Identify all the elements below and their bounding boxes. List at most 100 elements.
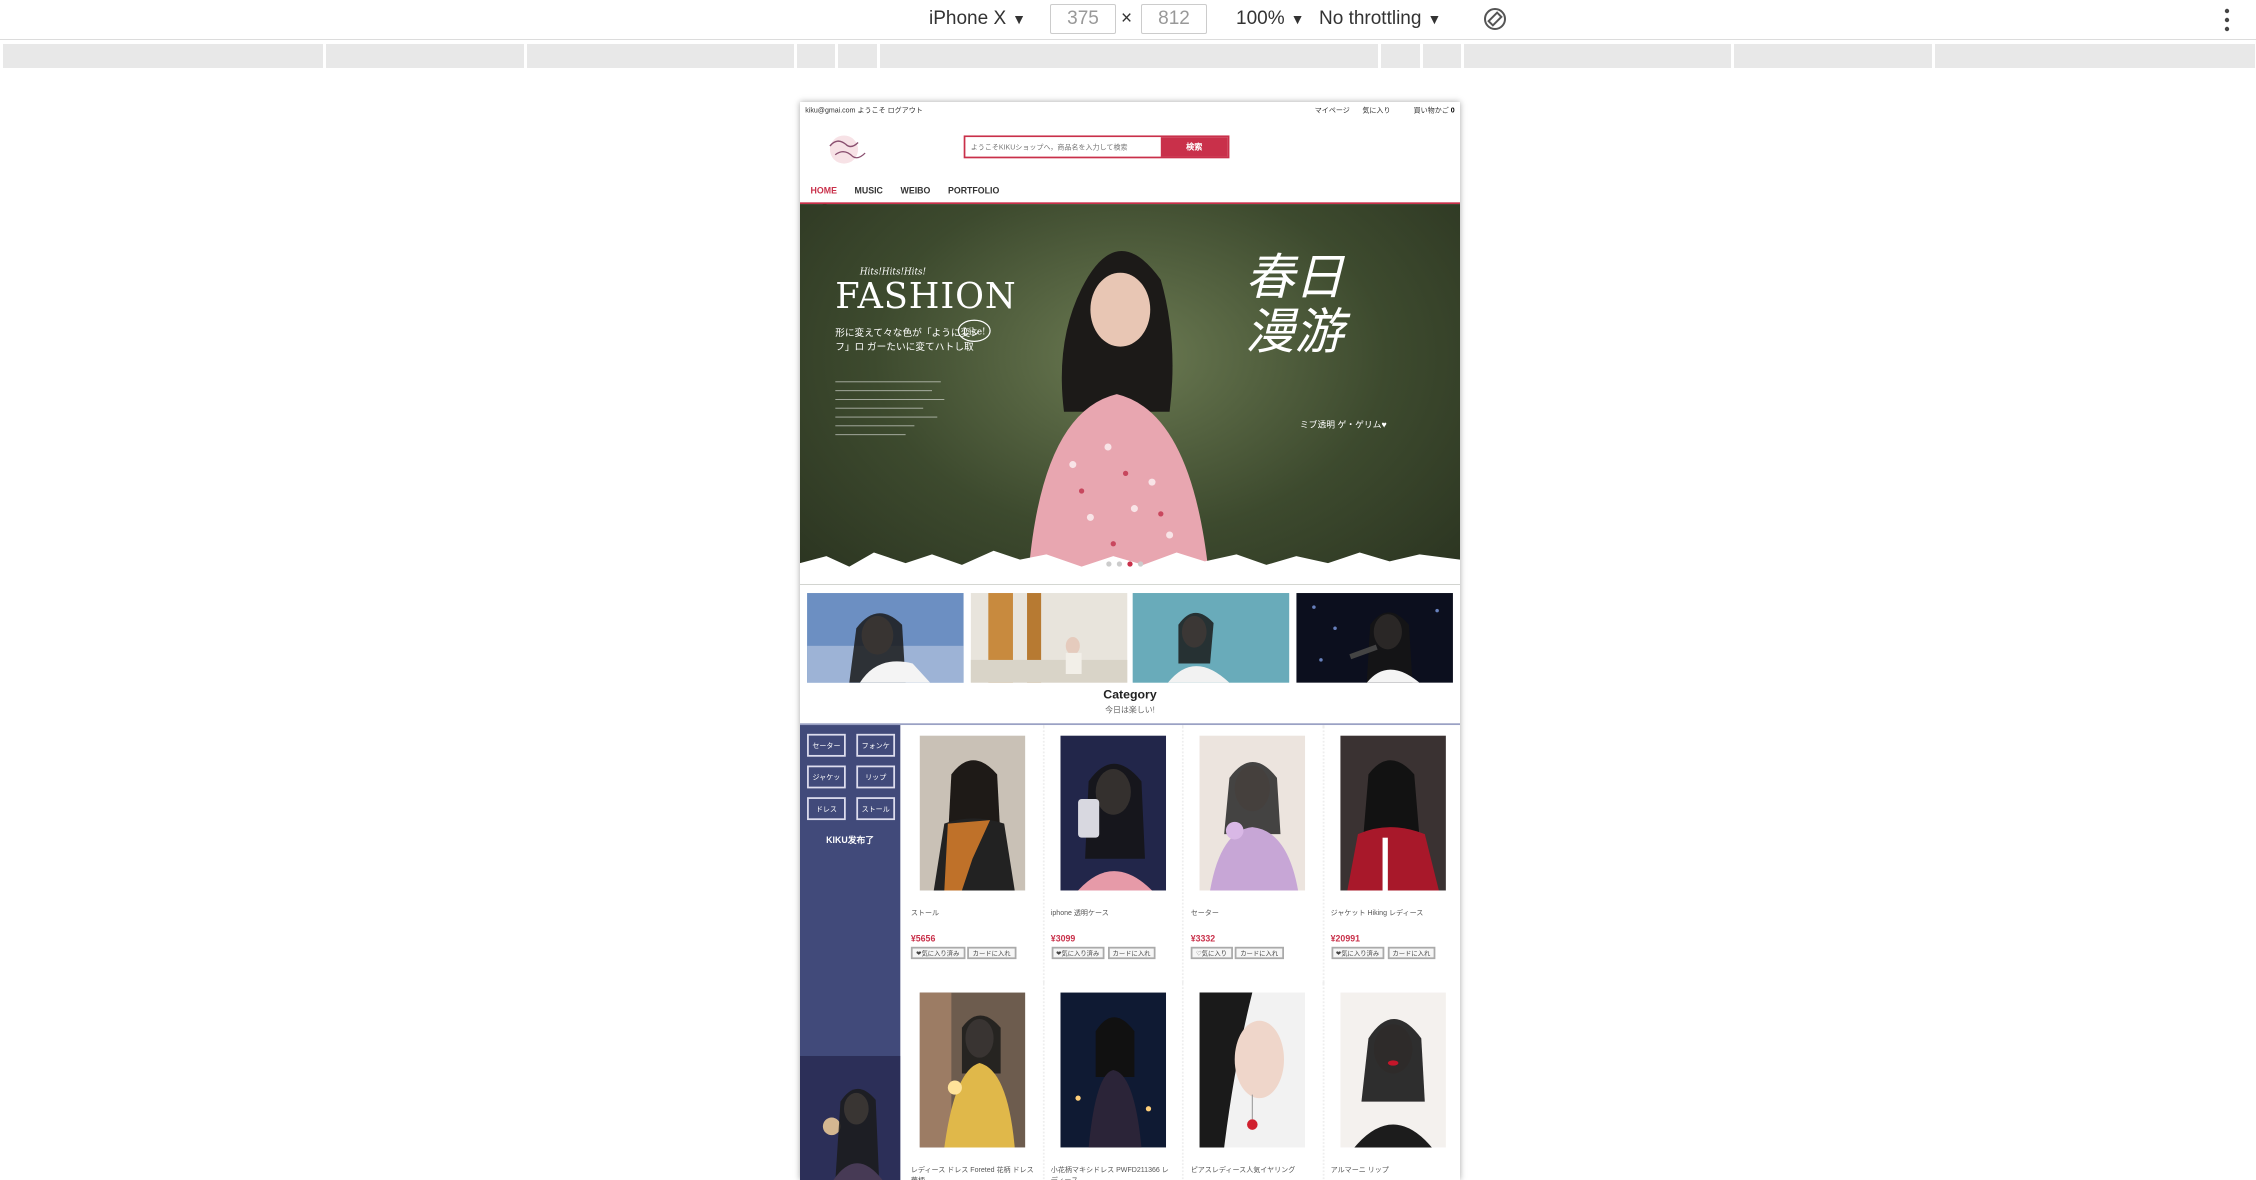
product-card[interactable]: ストール ¥5656 ❤気に入り済み カードに入れ [904,725,1044,982]
like-text: Like! [963,327,986,337]
product-image[interactable] [919,735,1026,891]
nav-weibo[interactable]: WEIBO [901,186,931,197]
nav-music[interactable]: MUSIC [855,186,883,197]
welcome-text: ようこそ [857,105,886,115]
carousel-dot[interactable] [1106,561,1112,567]
nav-home[interactable]: HOME [811,186,837,205]
product-image[interactable] [1339,992,1446,1148]
product-grid: ストール ¥5656 ❤気に入り済み カードに入れ iphone 透明ケース ¥… [900,725,1460,1180]
hero-banner[interactable]: Hits!Hits!Hits! FASHION 形に変えて々な色が「ように変シフ… [800,204,1460,585]
product-image[interactable] [1199,735,1306,891]
thumbnail-image[interactable] [1296,593,1453,683]
throttling-value: No throttling [1319,8,1422,29]
category-subtitle: 今日は楽しい! [1105,705,1155,715]
product-name: ジャケット Hiking レディース [1330,908,1424,917]
dimension-separator: × [1121,8,1133,29]
thumbnail-image[interactable] [807,593,964,683]
product-card[interactable]: ピアスレディース人気イヤリング [1184,982,1324,1180]
thumbnail-image[interactable] [1133,593,1290,683]
search-input[interactable] [965,137,1161,157]
product-image[interactable] [1059,735,1166,891]
product-image[interactable] [919,992,1026,1148]
user-email: kiku@gmai.com [805,105,856,115]
category-tag-jacket[interactable]: ジャケッ [807,765,846,789]
product-card[interactable]: 小花柄マキシドレス PWFD211366 レディース [1044,982,1184,1180]
search-button[interactable]: 検索 [1160,137,1228,157]
favorite-button[interactable]: ♡気に入り [1190,946,1233,960]
media-query-segment[interactable] [1935,44,2255,68]
category-title: Category [1103,689,1157,703]
site-header: 検索 [800,120,1460,180]
sidebar-caption: KIKU发布了 [826,835,875,847]
product-card[interactable]: アルマーニ リップ [1324,982,1460,1180]
category-tag-stole[interactable]: ストール [856,797,896,821]
carousel-dot[interactable] [1116,561,1123,567]
favorite-button[interactable]: ❤気に入り済み [1330,946,1385,960]
product-image[interactable] [1059,992,1166,1148]
add-to-cart-button[interactable]: カードに入れ [1234,946,1284,960]
zoom-select[interactable]: 100% ▼ [1236,8,1304,30]
mypage-link[interactable]: マイページ [1315,106,1350,115]
hero-title: FASHION [835,274,1017,317]
carousel-dot[interactable] [1137,561,1144,567]
product-name: セーター [1190,908,1219,917]
cart-link[interactable]: 買い物かご 0 [1403,106,1455,115]
add-to-cart-button[interactable]: カードに入れ [967,946,1016,960]
chevron-down-icon: ▼ [1012,11,1026,27]
nav-portfolio[interactable]: PORTFOLIO [948,186,999,197]
favorite-button[interactable]: ❤気に入り済み [1050,946,1105,960]
media-query-segment[interactable] [3,44,323,68]
product-card[interactable]: セーター ¥3332 ♡気に入り カードに入れ [1184,725,1324,982]
product-card[interactable]: iphone 透明ケース ¥3099 ❤気に入り済み カードに入れ [1044,725,1184,982]
product-price: ¥20991 [1330,934,1361,946]
device-name: iPhone X [929,8,1007,29]
add-to-cart-button[interactable]: カードに入れ [1107,946,1156,960]
height-input[interactable]: 812 [1141,4,1207,34]
thumbnail-image[interactable] [970,593,1127,683]
hero-spring-title: 春日 漫游 [1245,248,1344,361]
media-query-segment[interactable] [1734,44,1932,68]
product-name: アルマーニ リップ [1330,1165,1389,1174]
favorite-button[interactable]: ❤気に入り済み [910,946,965,960]
product-card[interactable]: ジャケット Hiking レディース ¥20991 ❤気に入り済み カードに入れ [1324,725,1460,982]
main-nav: HOME MUSIC WEIBO PORTFOLIO [800,179,1460,205]
add-to-cart-button[interactable]: カードに入れ [1387,946,1436,960]
media-query-segment[interactable] [326,44,524,68]
media-query-segment[interactable] [880,44,1378,68]
media-query-segment[interactable] [1464,44,1731,68]
more-options-icon[interactable] [2222,6,2232,34]
media-query-bar [0,44,2256,68]
media-query-segment[interactable] [527,44,794,68]
hero-subtitle: ミブ透明 ゲ・ゲリム♥ [1299,420,1387,432]
chevron-down-icon: ▼ [1427,11,1442,27]
logout-link[interactable]: ログアウト [888,106,923,115]
search-bar: 検索 [963,135,1230,159]
product-name: ストール [910,908,940,917]
product-image[interactable] [1199,992,1306,1148]
sidebar-photo[interactable] [800,1055,901,1180]
category-header: Category 今日は楽しい! [800,683,1460,726]
category-tag-lip[interactable]: リップ [856,765,896,789]
product-name: 小花柄マキシドレス PWFD211366 レディース [1050,1165,1169,1180]
category-tag-phone[interactable]: フォンケ [856,733,896,757]
media-query-segment[interactable] [1381,44,1420,68]
zoom-value: 100% [1236,8,1285,29]
media-query-segment[interactable] [1423,44,1461,68]
product-price: ¥3099 [1050,934,1076,946]
category-tag-sweater[interactable]: セーター [807,733,846,757]
carousel-dot-active[interactable] [1127,561,1133,567]
media-query-segment[interactable] [838,44,877,68]
shop-page: kiku@gmai.com ようこそ ログアウト マイページ 気に入り 買い物か… [800,102,1460,1180]
product-card[interactable]: レディース ドレス Foreted 花柄 ドレス 華柄 [904,982,1044,1180]
favorites-link[interactable]: 気に入り [1362,106,1390,115]
cart-count: 0 [1450,105,1455,115]
logo-icon[interactable] [825,132,871,167]
media-query-segment[interactable] [797,44,835,68]
product-image[interactable] [1339,735,1446,891]
rotate-icon[interactable] [1482,6,1508,32]
category-tag-dress[interactable]: ドレス [807,797,846,821]
product-name: iphone 透明ケース [1050,908,1109,917]
throttling-select[interactable]: No throttling ▼ [1319,8,1441,30]
width-input[interactable]: 375 [1050,4,1116,34]
device-select[interactable]: iPhone X ▼ [929,8,1026,30]
